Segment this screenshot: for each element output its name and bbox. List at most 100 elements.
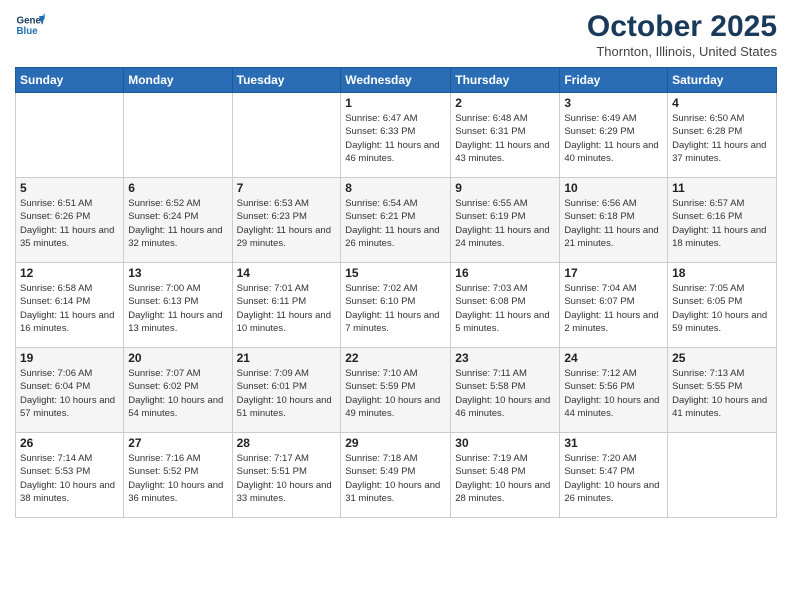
table-row: 14Sunrise: 7:01 AM Sunset: 6:11 PM Dayli… [232,263,341,348]
day-info: Sunrise: 6:56 AM Sunset: 6:18 PM Dayligh… [564,197,663,250]
day-number: 8 [345,181,446,195]
day-info: Sunrise: 7:00 AM Sunset: 6:13 PM Dayligh… [128,282,227,335]
day-info: Sunrise: 7:07 AM Sunset: 6:02 PM Dayligh… [128,367,227,420]
day-number: 6 [128,181,227,195]
table-row: 22Sunrise: 7:10 AM Sunset: 5:59 PM Dayli… [341,348,451,433]
table-row: 12Sunrise: 6:58 AM Sunset: 6:14 PM Dayli… [16,263,124,348]
day-info: Sunrise: 7:04 AM Sunset: 6:07 PM Dayligh… [564,282,663,335]
title-area: October 2025 Thornton, Illinois, United … [587,10,777,59]
day-info: Sunrise: 7:12 AM Sunset: 5:56 PM Dayligh… [564,367,663,420]
day-info: Sunrise: 7:03 AM Sunset: 6:08 PM Dayligh… [455,282,555,335]
day-info: Sunrise: 7:10 AM Sunset: 5:59 PM Dayligh… [345,367,446,420]
table-row [232,93,341,178]
day-info: Sunrise: 7:13 AM Sunset: 5:55 PM Dayligh… [672,367,772,420]
week-row-2: 12Sunrise: 6:58 AM Sunset: 6:14 PM Dayli… [16,263,777,348]
day-number: 16 [455,266,555,280]
table-row: 17 Sunrise: 7:04 AM Sunset: 6:07 PM Dayli… [560,263,668,348]
day-number: 3 [564,96,663,110]
location: Thornton, Illinois, United States [587,44,777,59]
day-number: 9 [455,181,555,195]
day-number: 31 [564,436,663,450]
day-info: Sunrise: 6:52 AM Sunset: 6:24 PM Dayligh… [128,197,227,250]
table-row: 30 Sunrise: 7:19 AM Sunset: 5:48 PM Dayli… [451,433,560,518]
day-info: Sunrise: 7:09 AM Sunset: 6:01 PM Dayligh… [237,367,337,420]
day-number: 11 [672,181,772,195]
table-row: 25 Sunrise: 7:13 AM Sunset: 5:55 PM Dayli… [668,348,777,433]
day-number: 19 [20,351,119,365]
table-row: 16 Sunrise: 7:03 AM Sunset: 6:08 PM Dayli… [451,263,560,348]
table-row: 18 Sunrise: 7:05 AM Sunset: 6:05 PM Dayli… [668,263,777,348]
table-row: 20 Sunrise: 7:07 AM Sunset: 6:02 PM Dayli… [124,348,232,433]
day-number: 21 [237,351,337,365]
day-info: Sunrise: 6:53 AM Sunset: 6:23 PM Dayligh… [237,197,337,250]
day-number: 4 [672,96,772,110]
day-info: Sunrise: 6:50 AM Sunset: 6:28 PM Dayligh… [672,112,772,165]
week-row-4: 26Sunrise: 7:14 AM Sunset: 5:53 PM Dayli… [16,433,777,518]
day-info: Sunrise: 7:18 AM Sunset: 5:49 PM Dayligh… [345,452,446,505]
table-row: 24Sunrise: 7:12 AM Sunset: 5:56 PM Dayli… [560,348,668,433]
day-number: 20 [128,351,227,365]
day-number: 17 [564,266,663,280]
col-sunday: Sunday [16,68,124,93]
day-number: 18 [672,266,772,280]
table-row: 1 Sunrise: 6:47 AM Sunset: 6:33 PM Daylig… [341,93,451,178]
page: General Blue October 2025 Thornton, Illi… [0,0,792,612]
header: General Blue October 2025 Thornton, Illi… [15,10,777,59]
table-row: 13 Sunrise: 7:00 AM Sunset: 6:13 PM Dayli… [124,263,232,348]
table-row: 9 Sunrise: 6:55 AM Sunset: 6:19 PM Daylig… [451,178,560,263]
day-info: Sunrise: 6:49 AM Sunset: 6:29 PM Dayligh… [564,112,663,165]
table-row [124,93,232,178]
day-number: 25 [672,351,772,365]
col-thursday: Thursday [451,68,560,93]
week-row-0: 1 Sunrise: 6:47 AM Sunset: 6:33 PM Daylig… [16,93,777,178]
svg-text:Blue: Blue [17,26,39,37]
day-number: 23 [455,351,555,365]
calendar: Sunday Monday Tuesday Wednesday Thursday… [15,67,777,518]
logo-icon: General Blue [15,10,45,40]
header-row: Sunday Monday Tuesday Wednesday Thursday… [16,68,777,93]
col-wednesday: Wednesday [341,68,451,93]
day-info: Sunrise: 6:47 AM Sunset: 6:33 PM Dayligh… [345,112,446,165]
week-row-3: 19Sunrise: 7:06 AM Sunset: 6:04 PM Dayli… [16,348,777,433]
day-number: 28 [237,436,337,450]
table-row: 29 Sunrise: 7:18 AM Sunset: 5:49 PM Dayli… [341,433,451,518]
table-row: 28 Sunrise: 7:17 AM Sunset: 5:51 PM Dayli… [232,433,341,518]
day-info: Sunrise: 7:05 AM Sunset: 6:05 PM Dayligh… [672,282,772,335]
table-row: 21 Sunrise: 7:09 AM Sunset: 6:01 PM Dayli… [232,348,341,433]
logo: General Blue [15,10,45,40]
table-row: 27Sunrise: 7:16 AM Sunset: 5:52 PM Dayli… [124,433,232,518]
day-info: Sunrise: 6:55 AM Sunset: 6:19 PM Dayligh… [455,197,555,250]
day-number: 1 [345,96,446,110]
table-row: 10 Sunrise: 6:56 AM Sunset: 6:18 PM Dayli… [560,178,668,263]
col-saturday: Saturday [668,68,777,93]
day-info: Sunrise: 7:16 AM Sunset: 5:52 PM Dayligh… [128,452,227,505]
day-info: Sunrise: 7:17 AM Sunset: 5:51 PM Dayligh… [237,452,337,505]
day-number: 5 [20,181,119,195]
table-row: 7 Sunrise: 6:53 AM Sunset: 6:23 PM Daylig… [232,178,341,263]
table-row: 6 Sunrise: 6:52 AM Sunset: 6:24 PM Daylig… [124,178,232,263]
table-row [16,93,124,178]
table-row: 11Sunrise: 6:57 AM Sunset: 6:16 PM Dayli… [668,178,777,263]
day-number: 14 [237,266,337,280]
col-monday: Monday [124,68,232,93]
day-number: 7 [237,181,337,195]
table-row: 3 Sunrise: 6:49 AM Sunset: 6:29 PM Daylig… [560,93,668,178]
day-info: Sunrise: 7:11 AM Sunset: 5:58 PM Dayligh… [455,367,555,420]
day-number: 30 [455,436,555,450]
day-number: 29 [345,436,446,450]
day-info: Sunrise: 7:14 AM Sunset: 5:53 PM Dayligh… [20,452,119,505]
table-row: 5 Sunrise: 6:51 AM Sunset: 6:26 PM Daylig… [16,178,124,263]
table-row: 19Sunrise: 7:06 AM Sunset: 6:04 PM Dayli… [16,348,124,433]
day-info: Sunrise: 6:58 AM Sunset: 6:14 PM Dayligh… [20,282,119,335]
day-info: Sunrise: 6:54 AM Sunset: 6:21 PM Dayligh… [345,197,446,250]
table-row: 31Sunrise: 7:20 AM Sunset: 5:47 PM Dayli… [560,433,668,518]
table-row: 2Sunrise: 6:48 AM Sunset: 6:31 PM Daylig… [451,93,560,178]
day-number: 2 [455,96,555,110]
day-number: 10 [564,181,663,195]
day-info: Sunrise: 7:02 AM Sunset: 6:10 PM Dayligh… [345,282,446,335]
day-number: 13 [128,266,227,280]
day-info: Sunrise: 6:51 AM Sunset: 6:26 PM Dayligh… [20,197,119,250]
day-info: Sunrise: 7:19 AM Sunset: 5:48 PM Dayligh… [455,452,555,505]
col-tuesday: Tuesday [232,68,341,93]
table-row [668,433,777,518]
